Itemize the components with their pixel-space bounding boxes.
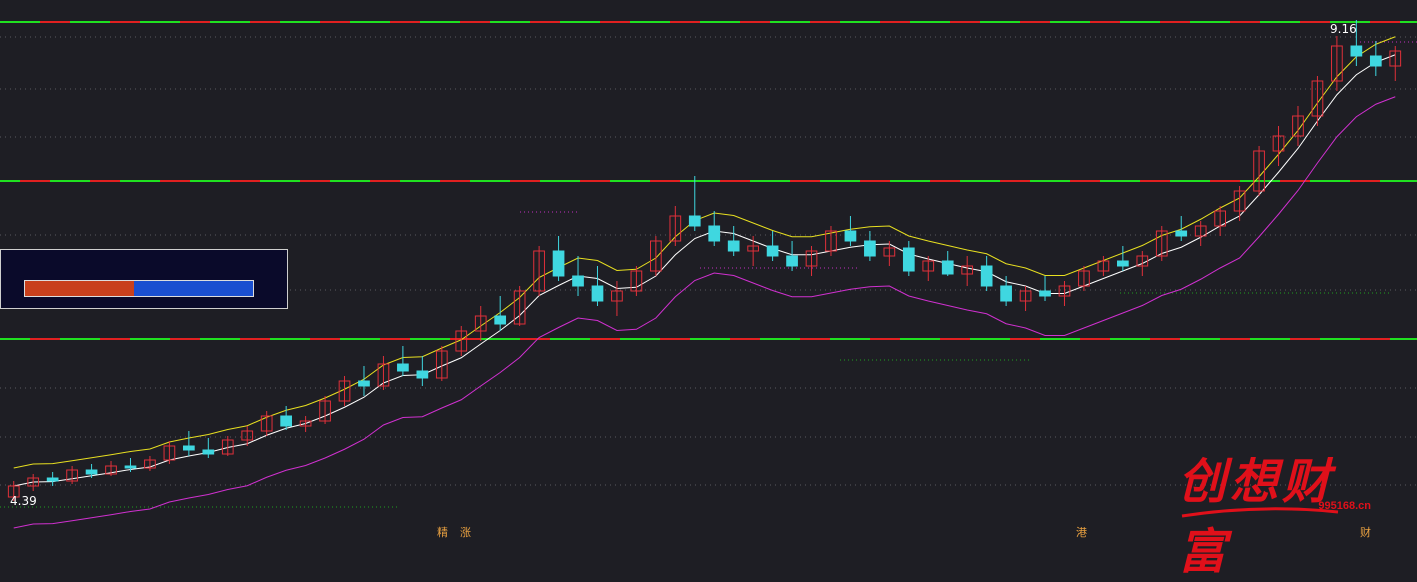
candle-body xyxy=(183,445,195,451)
candle-body xyxy=(416,370,429,379)
candle-body xyxy=(864,240,876,257)
candle-body xyxy=(1369,55,1382,67)
bottom-marker: 港 xyxy=(1076,526,1087,539)
low-price-label: 4.39 xyxy=(10,494,37,508)
candle-body xyxy=(727,240,740,252)
candle-body xyxy=(494,315,507,325)
high-price-label: 9.16 xyxy=(1330,22,1357,36)
candle-body xyxy=(786,255,798,267)
bottom-marker: 精 xyxy=(437,526,448,539)
ratio-bar xyxy=(24,280,254,297)
watermark-swoosh xyxy=(1181,507,1339,518)
watermark-site: 995168.cn xyxy=(1318,500,1371,512)
candle-body xyxy=(591,285,604,302)
ratio-bar-blue xyxy=(134,281,253,296)
watermark-logo: 创想财富 995168.cn xyxy=(1172,440,1377,580)
candle-body xyxy=(46,477,59,482)
ratio-panel xyxy=(0,249,288,309)
candle-body xyxy=(844,230,857,242)
bottom-marker: 涨 xyxy=(460,526,471,539)
candle-body xyxy=(552,250,565,277)
candle-body xyxy=(1117,260,1129,267)
candle-body xyxy=(85,469,98,475)
candle-body xyxy=(902,247,915,272)
candle-body xyxy=(708,225,721,242)
candle-body xyxy=(1175,230,1188,237)
candle-body xyxy=(688,215,701,227)
candle-body xyxy=(572,275,584,287)
candle-body xyxy=(1000,285,1012,302)
candle-body xyxy=(124,465,137,469)
candle-body xyxy=(766,245,779,257)
candle-body xyxy=(358,380,370,387)
candle-body xyxy=(280,415,292,427)
candle-body xyxy=(941,260,954,275)
candle-body xyxy=(1350,45,1363,57)
candle-body xyxy=(202,449,215,455)
candle-body xyxy=(1039,290,1051,297)
candle-body xyxy=(980,265,993,287)
ratio-bar-red xyxy=(25,281,135,296)
candle-body xyxy=(397,363,409,372)
